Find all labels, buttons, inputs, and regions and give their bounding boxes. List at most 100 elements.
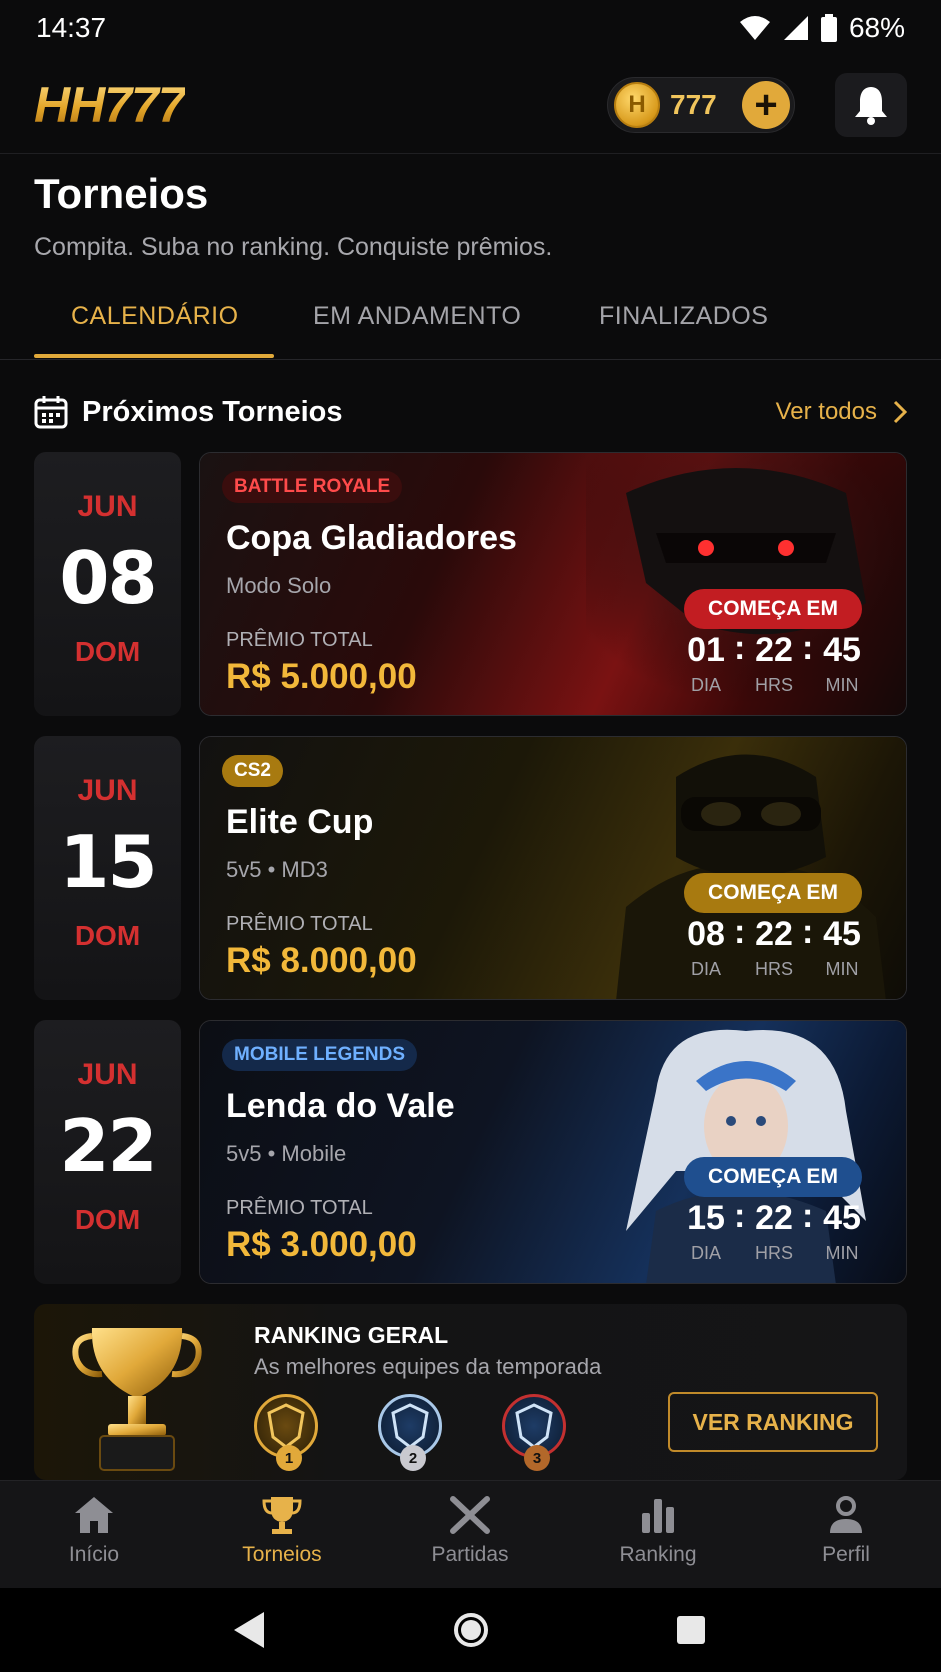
- starts-in-badge: COMEÇA EM: [684, 1157, 862, 1197]
- prize-value: R$ 3.000,00: [226, 1225, 417, 1264]
- countdown-hours-label: HRS: [754, 959, 793, 979]
- bell-icon: [855, 86, 887, 125]
- see-all-link[interactable]: Ver todos: [776, 398, 907, 426]
- countdown-minutes-label: MIN: [825, 959, 859, 979]
- battery-icon: [820, 14, 837, 42]
- countdown-days: 15: [687, 1199, 725, 1237]
- calendar-icon: [34, 396, 68, 429]
- date-day: 22: [59, 1104, 157, 1188]
- prize-label: PRÊMIO TOTAL: [226, 1197, 373, 1219]
- game-tag: CS2: [222, 755, 283, 787]
- tournament-name: Copa Gladiadores: [226, 519, 517, 557]
- countdown-minutes: 45: [823, 1199, 861, 1237]
- active-tab-indicator: [34, 354, 274, 358]
- tournament-mode: Modo Solo: [226, 573, 332, 598]
- rank-number: 3: [524, 1445, 550, 1471]
- countdown-hours: 22: [755, 1199, 793, 1237]
- tournament-mode: 5v5 • MD3: [226, 857, 328, 882]
- signal-icon: [783, 16, 808, 40]
- date-card: JUN 22 DOM: [34, 1020, 181, 1284]
- prize-value: R$ 8.000,00: [226, 941, 417, 980]
- date-card: JUN 15 DOM: [34, 736, 181, 1000]
- date-weekday: DOM: [74, 636, 141, 667]
- wifi-icon: [739, 16, 770, 40]
- nav-item-ranking[interactable]: Ranking: [583, 1495, 733, 1567]
- countdown-hours-label: HRS: [754, 1243, 793, 1263]
- prize-value: R$ 5.000,00: [226, 657, 417, 696]
- add-coins-button[interactable]: +: [742, 80, 790, 129]
- rank-number: 1: [276, 1445, 302, 1471]
- battery-level: 68%: [848, 12, 905, 43]
- countdown-days-label: DIA: [690, 675, 721, 695]
- home-button-icon[interactable]: [451, 1610, 491, 1650]
- countdown: 01 : 22 : 45 DIA HRS MIN: [676, 629, 872, 711]
- countdown-minutes-label: MIN: [825, 1243, 859, 1263]
- date-day: 15: [59, 820, 157, 904]
- recents-icon[interactable]: [675, 1610, 707, 1650]
- nav-label: Torneios: [242, 1543, 322, 1566]
- nav-item-torneios[interactable]: Torneios: [207, 1495, 357, 1567]
- tournament-mode: 5v5 • Mobile: [226, 1141, 347, 1166]
- tournament-name: Elite Cup: [226, 803, 374, 841]
- prize-label: PRÊMIO TOTAL: [226, 629, 373, 651]
- countdown-days: 08: [687, 915, 725, 953]
- view-ranking-button[interactable]: VER RANKING: [668, 1392, 878, 1452]
- nav-label: Partidas: [431, 1543, 509, 1566]
- back-icon[interactable]: [232, 1610, 266, 1650]
- tournament-card[interactable]: BATTLE ROYALE Copa Gladiadores Modo Solo…: [199, 452, 907, 716]
- nav-item-perfil[interactable]: Perfil: [771, 1495, 921, 1567]
- system-navigation-bar: [0, 1588, 941, 1672]
- date-month: JUN: [77, 490, 138, 523]
- starts-in-badge: COMEÇA EM: [684, 873, 862, 913]
- nav-label: Perfil: [822, 1543, 870, 1566]
- date-month: JUN: [77, 774, 138, 807]
- coin-icon: H: [614, 81, 660, 128]
- countdown-hours: 22: [755, 915, 793, 953]
- chevron-right-icon: [893, 400, 907, 424]
- date-weekday: DOM: [74, 1204, 141, 1235]
- coin-balance[interactable]: H 777 +: [607, 76, 795, 133]
- bottom-navigation: Início Torneios Partidas Ranking Perfil: [0, 1480, 941, 1588]
- tournament-row: JUN 15 DOM CS2 Elite Cup 5v5 • MD3 PRÊMI…: [34, 736, 907, 1000]
- trophy-icon: [72, 1328, 202, 1471]
- tab-calendario[interactable]: CALENDÁRIO: [71, 302, 239, 331]
- tab-em-andamento[interactable]: EM ANDAMENTO: [313, 302, 521, 331]
- status-icons: 68%: [739, 12, 905, 44]
- countdown-days-label: DIA: [690, 1243, 721, 1263]
- ranking-subtitle: As melhores equipes da temporada: [254, 1354, 602, 1379]
- coin-letter: H: [628, 90, 646, 118]
- nav-item-partidas[interactable]: Partidas: [395, 1495, 545, 1567]
- tournament-card[interactable]: CS2 Elite Cup 5v5 • MD3 PRÊMIO TOTAL R$ …: [199, 736, 907, 1000]
- status-time: 14:37: [36, 12, 107, 43]
- tournament-row: JUN 08 DOM BATTLE ROYALE Copa Gladiadore…: [34, 452, 907, 716]
- crossed-swords-icon: [450, 1496, 490, 1534]
- countdown-minutes-label: MIN: [825, 675, 859, 695]
- section-header: Próximos Torneios Ver todos: [34, 390, 907, 434]
- tab-finalizados[interactable]: FINALIZADOS: [599, 302, 768, 331]
- tournament-name: Lenda do Vale: [226, 1087, 455, 1125]
- home-icon: [75, 1497, 113, 1533]
- nav-item-inicio[interactable]: Início: [19, 1495, 169, 1567]
- starts-in-badge: COMEÇA EM: [684, 589, 862, 629]
- nav-label: Início: [68, 1543, 120, 1566]
- nav-label: Ranking: [619, 1543, 697, 1566]
- rank-number: 2: [400, 1445, 426, 1471]
- ranking-banner: RANKING GERAL As melhores equipes da tem…: [34, 1304, 907, 1480]
- coin-amount: 777: [670, 88, 717, 120]
- tournament-card[interactable]: MOBILE LEGENDS Lenda do Vale 5v5 • Mobil…: [199, 1020, 907, 1284]
- notifications-button[interactable]: [835, 72, 907, 137]
- countdown-days-label: DIA: [690, 959, 721, 979]
- section-title: Próximos Torneios: [82, 395, 343, 428]
- date-day: 08: [59, 536, 157, 620]
- date-month: JUN: [77, 1058, 138, 1091]
- countdown-days: 01: [687, 631, 725, 669]
- rank-badge-second: 2: [378, 1394, 442, 1471]
- rank-badge-third: 3: [502, 1394, 566, 1471]
- bar-chart-icon: [642, 1499, 674, 1533]
- app-header: HH777 H 777 +: [0, 56, 941, 154]
- countdown-minutes: 45: [823, 915, 861, 953]
- prize-label: PRÊMIO TOTAL: [226, 913, 373, 935]
- page-title: Torneios: [34, 170, 209, 217]
- game-tag: MOBILE LEGENDS: [222, 1039, 418, 1071]
- countdown-hours-label: HRS: [754, 675, 793, 695]
